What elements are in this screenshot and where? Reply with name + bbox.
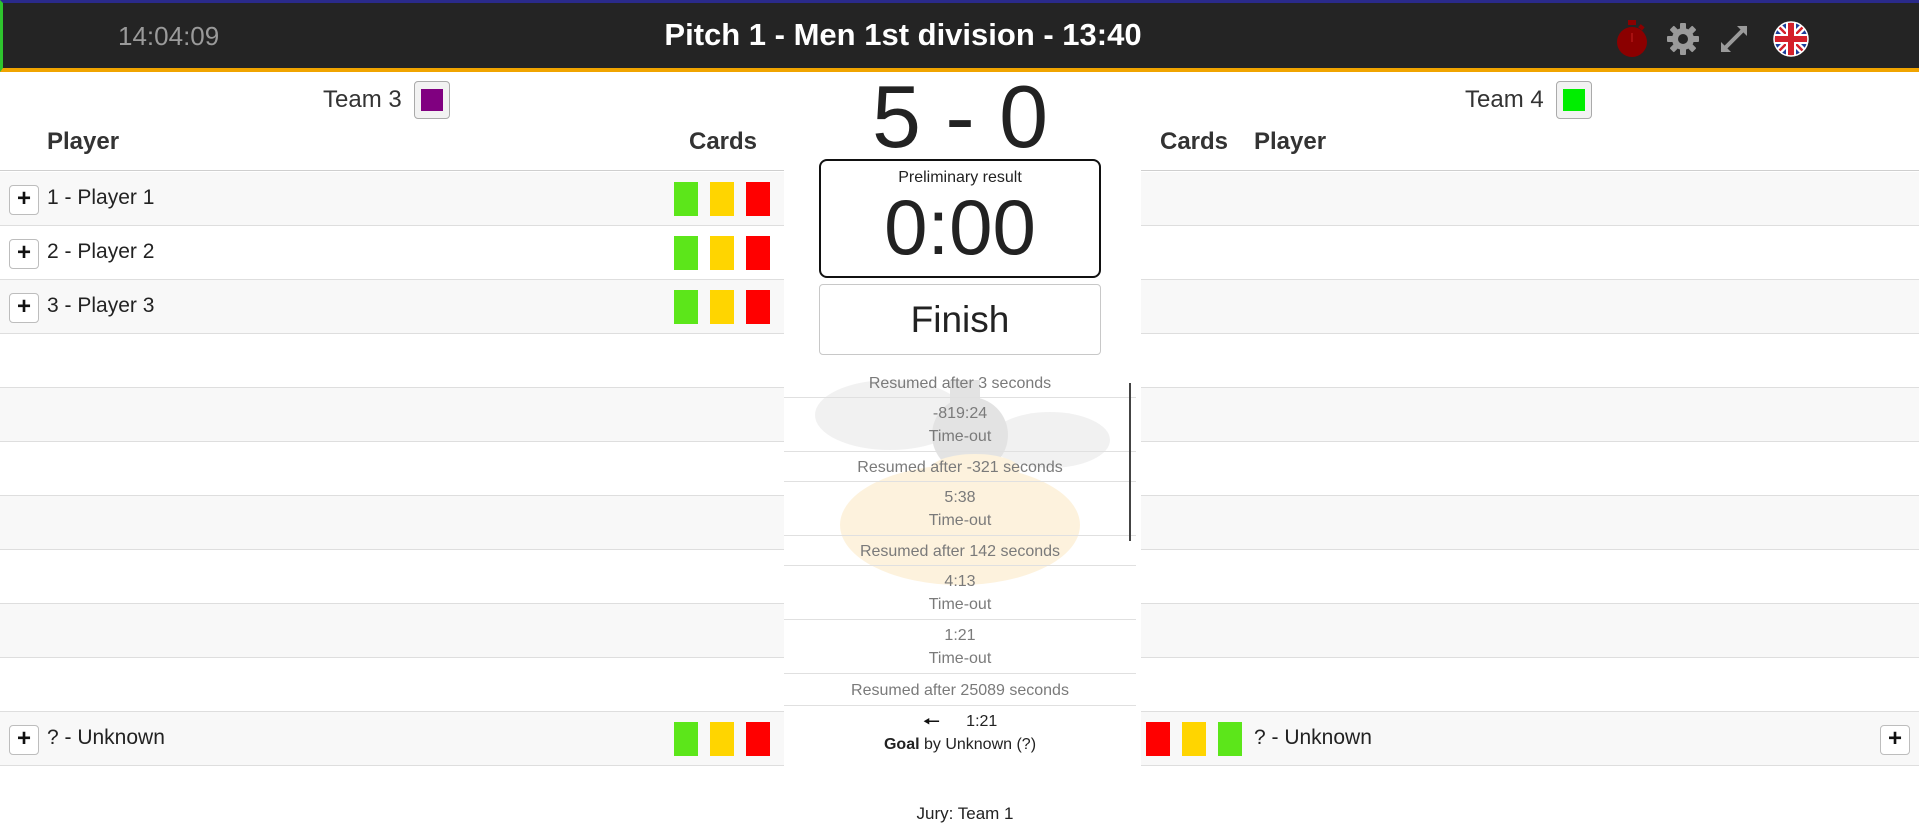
yellow-card-button[interactable] <box>710 236 734 270</box>
team-left-name: Team 3 <box>323 86 402 113</box>
team-right-color-swatch <box>1562 89 1585 111</box>
team-left-color-button[interactable] <box>413 81 450 119</box>
unknown-player-left: ? - Unknown <box>47 726 165 749</box>
team-right-header: Team 4 <box>1465 80 1592 120</box>
right-player-column-header: Player <box>1254 128 1327 155</box>
header-divider-right <box>1141 170 1919 171</box>
red-card-button[interactable] <box>746 236 770 270</box>
log-entry: -819:24 Time-out <box>784 398 1136 452</box>
red-card-button[interactable] <box>746 290 770 324</box>
unknown-player-right: ? - Unknown <box>1254 726 1372 749</box>
log-entry: 1:21 Time-out <box>784 620 1136 674</box>
match-title: Pitch 1 - Men 1st division - 13:40 <box>664 17 1142 52</box>
gear-icon[interactable] <box>1663 19 1703 59</box>
arrow-left-icon[interactable]: 🠔 <box>923 712 941 732</box>
goal-time: 1:21 <box>966 713 998 730</box>
right-cards-column-header: Cards <box>1160 128 1229 155</box>
team-right-color-button[interactable] <box>1555 81 1592 119</box>
red-card-button[interactable] <box>1146 722 1170 756</box>
left-cards-column-header: Cards <box>689 128 758 155</box>
log-entry: Resumed after 142 seconds <box>784 536 1136 566</box>
team-right-name: Team 4 <box>1465 86 1544 113</box>
player-name: 1 - Player 1 <box>47 186 155 209</box>
goal-scorer: by Unknown (?) <box>923 736 1037 753</box>
log-entry: 5:38 Time-out <box>784 482 1136 536</box>
timer-value: 0:00 <box>884 183 1036 271</box>
log-scrollbar[interactable] <box>1129 383 1131 541</box>
add-goal-button-right-unknown[interactable]: + <box>1880 725 1910 755</box>
team-left-header: Team 3 <box>323 80 450 120</box>
add-goal-button[interactable]: + <box>9 293 39 323</box>
uk-flag-icon[interactable] <box>1771 19 1811 59</box>
add-goal-button-left-unknown[interactable]: + <box>9 725 39 755</box>
red-card-button[interactable] <box>746 182 770 216</box>
green-card-button[interactable] <box>674 236 698 270</box>
match-timer: Preliminary result 0:00 <box>819 159 1101 278</box>
player-name: 2 - Player 2 <box>47 240 155 263</box>
green-card-button[interactable] <box>1218 722 1242 756</box>
finish-button[interactable]: Finish <box>819 284 1101 355</box>
add-goal-button[interactable]: + <box>9 239 39 269</box>
yellow-card-button[interactable] <box>710 722 734 756</box>
goal-label: Goal <box>883 736 920 753</box>
expand-icon[interactable] <box>1714 19 1754 59</box>
stopwatch-icon[interactable] <box>1612 19 1652 59</box>
add-goal-button[interactable]: + <box>9 185 39 215</box>
log-entry: Resumed after 3 seconds <box>784 368 1136 398</box>
team-left-color-swatch <box>420 89 443 111</box>
red-card-button[interactable] <box>746 722 770 756</box>
yellow-card-button[interactable] <box>1182 722 1206 756</box>
green-card-button[interactable] <box>674 182 698 216</box>
log-entry: 4:13 Time-out <box>784 566 1136 620</box>
yellow-card-button[interactable] <box>710 182 734 216</box>
green-card-button[interactable] <box>674 722 698 756</box>
event-log: Resumed after 3 seconds -819:24 Time-out… <box>784 368 1136 760</box>
jury-label: Jury: Team 1 <box>916 804 1014 823</box>
yellow-card-button[interactable] <box>710 290 734 324</box>
header-divider-left <box>0 170 784 171</box>
log-entry: Resumed after -321 seconds <box>784 452 1136 482</box>
left-player-column-header: Player <box>47 128 120 155</box>
log-entry: Resumed after 25089 seconds <box>784 674 1136 706</box>
green-card-button[interactable] <box>674 290 698 324</box>
player-name: 3 - Player 3 <box>47 294 155 317</box>
log-entry-goal: 🠔 1:21 Goal by Unknown (?) <box>784 706 1136 760</box>
